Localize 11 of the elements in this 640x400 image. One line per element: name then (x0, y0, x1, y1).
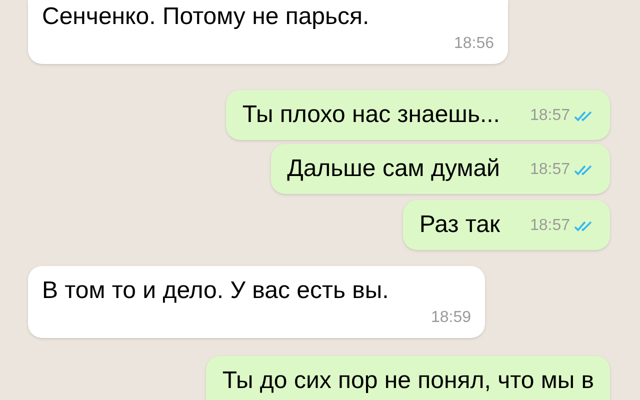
message-text: В том то и дело. У вас есть вы. (42, 276, 390, 306)
message-time: 18:57 (530, 216, 570, 236)
message-text: Ты плохо нас знаешь... (242, 100, 500, 130)
message-time: 18:57 (530, 106, 570, 126)
message-text: Дальше сам думай (287, 154, 500, 184)
message-text: Ты до сих пор не понял, что мы в (222, 366, 594, 396)
message-time: 18:57 (530, 160, 570, 180)
message-time: 18:56 (454, 34, 494, 54)
message-time: 18:59 (430, 308, 471, 328)
message-text: Сенченко. Потому не парься. (42, 2, 370, 32)
message-text: Раз так (419, 210, 500, 240)
